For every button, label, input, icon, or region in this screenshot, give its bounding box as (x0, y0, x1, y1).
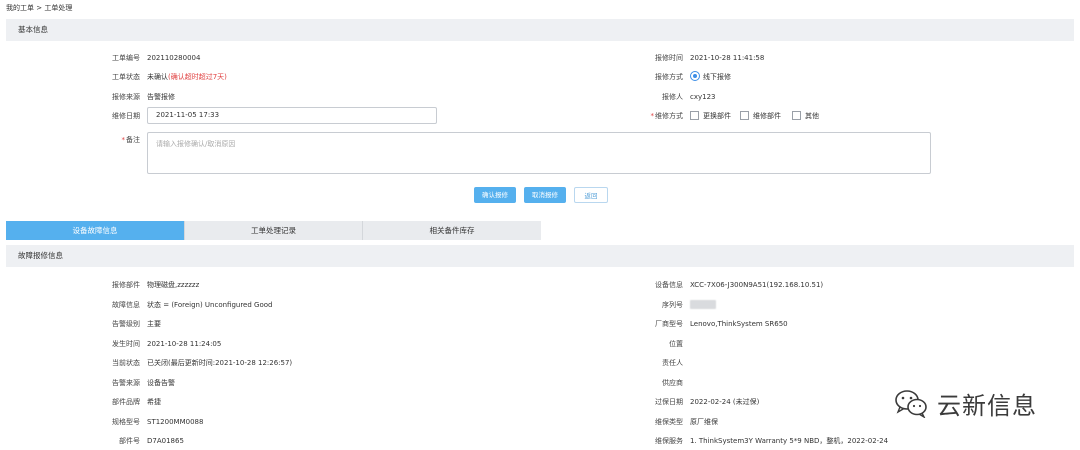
checkbox-icon[interactable] (792, 110, 801, 120)
fault-info-value: Lenovo,ThinkSystem SR650 (690, 320, 788, 328)
fault-info-value: 2021-10-28 11:24:05 (147, 339, 222, 348)
fault-info-header: 故障报修信息 (6, 245, 1074, 267)
source-label: 报修来源 (112, 93, 140, 101)
report-method-value: 线下报修 (703, 73, 731, 81)
fault-info-value: D7A01865 (147, 437, 184, 445)
serial-number-redacted (690, 298, 716, 312)
fault-info-label: 故障信息 (112, 300, 140, 309)
repair-date-input[interactable]: 2021-11-05 17:33 (147, 107, 437, 124)
fault-info-label: 部件号 (119, 437, 140, 445)
basic-info-panel: 基本信息 工单编号 202110280004 工单状态 未确认(确认超时超过7天… (6, 19, 1074, 215)
tab-spare-parts-stock[interactable]: 相关备件库存 (362, 221, 541, 240)
repair-mode-repair-label: 维修部件 (753, 112, 781, 120)
fault-info-value: 物理磁盘,zzzzzz (147, 281, 200, 289)
ticket-status-value: 未确认 (147, 73, 168, 81)
fault-info-label: 维保类型 (655, 417, 683, 426)
fault-info-value: 已关闭(最后更新时间:2021-10-28 12:26:57) (147, 359, 293, 367)
remark-textarea[interactable]: 请输入报修确认/取消原因 (147, 132, 931, 174)
radio-selected-icon[interactable] (690, 71, 700, 81)
fault-info-value: 主要 (147, 320, 161, 328)
report-method-option[interactable]: 线下报修 (690, 70, 731, 84)
fault-info-value: 状态 = (Foreign) Unconfigured Good (147, 300, 273, 309)
fault-info-label: 厂商型号 (655, 320, 683, 328)
ticket-no-label: 工单编号 (112, 54, 140, 62)
breadcrumb: 我的工单 > 工单处理 (6, 3, 72, 13)
watermark: 云新信息 (893, 386, 1037, 420)
fault-info-label: 位置 (669, 339, 683, 348)
breadcrumb-root[interactable]: 我的工单 (6, 4, 34, 12)
watermark-text: 云新信息 (937, 391, 1037, 420)
fault-info-value: XCC-7X06-J300N9A51(192.168.10.51) (690, 281, 824, 289)
required-mark: * (650, 112, 655, 120)
fault-info-value: 原厂维保 (690, 417, 718, 426)
remark-label: 备注 (126, 136, 140, 144)
report-time-value: 2021-10-28 11:41:58 (690, 54, 765, 62)
repair-mode-option-replace[interactable]: 更换部件 (690, 109, 731, 123)
reporter-value: cxy123 (690, 93, 716, 101)
fault-info-value: ST1200MM0088 (147, 417, 204, 426)
breadcrumb-separator: > (36, 4, 43, 12)
fault-info-label: 告警级别 (112, 320, 140, 328)
ticket-status-label: 工单状态 (112, 73, 140, 81)
wechat-icon (895, 390, 927, 418)
fault-info-label: 过保日期 (655, 398, 683, 406)
back-button[interactable]: 返回 (574, 187, 608, 203)
repair-mode-option-repair[interactable]: 维修部件 (740, 109, 781, 123)
required-mark: * (121, 136, 126, 144)
repair-mode-option-other[interactable]: 其他 (792, 109, 819, 123)
ticket-status-warning: (确认超时超过7天) (168, 73, 227, 81)
fault-info-label: 部件品牌 (112, 398, 140, 406)
tab-device-fault-info[interactable]: 设备故障信息 (6, 221, 184, 240)
fault-info-label: 告警来源 (112, 378, 140, 387)
checkbox-icon[interactable] (740, 110, 749, 120)
ticket-no-value: 202110280004 (147, 54, 201, 62)
fault-info-label: 当前状态 (112, 359, 140, 367)
fault-info-value: 设备告警 (147, 378, 175, 387)
repair-date-label: 维修日期 (112, 112, 140, 120)
reporter-label: 报修人 (662, 93, 683, 101)
fault-info-label: 序列号 (662, 300, 683, 309)
repair-mode-other-label: 其他 (805, 112, 819, 120)
source-value: 告警报修 (147, 93, 175, 101)
fault-info-label: 报修部件 (112, 281, 140, 289)
fault-info-label: 供应商 (662, 378, 683, 387)
fault-info-label: 责任人 (662, 359, 683, 367)
repair-mode-replace-label: 更换部件 (703, 112, 731, 120)
fault-info-value: 2022-02-24 (未过保) (690, 398, 760, 406)
report-time-label: 报修时间 (655, 54, 683, 62)
fault-info-label: 发生时间 (112, 339, 140, 348)
fault-info-value: 希捷 (147, 398, 161, 406)
fault-info-label: 维保服务 (655, 437, 683, 445)
tab-ticket-records[interactable]: 工单处理记录 (184, 221, 362, 240)
fault-info-label: 规格型号 (112, 417, 140, 426)
confirm-repair-button[interactable]: 确认报修 (474, 187, 516, 203)
checkbox-icon[interactable] (690, 110, 699, 120)
fault-info-label: 设备信息 (655, 281, 683, 289)
basic-info-header: 基本信息 (6, 19, 1074, 41)
repair-mode-label: 维修方式 (655, 112, 683, 120)
cancel-repair-button[interactable]: 取消报修 (524, 187, 566, 203)
report-method-label: 报修方式 (655, 73, 683, 81)
fault-info-value: 1. ThinkSystem3Y Warranty 5*9 NBD，整机，202… (690, 437, 889, 445)
breadcrumb-current: 工单处理 (44, 4, 73, 12)
